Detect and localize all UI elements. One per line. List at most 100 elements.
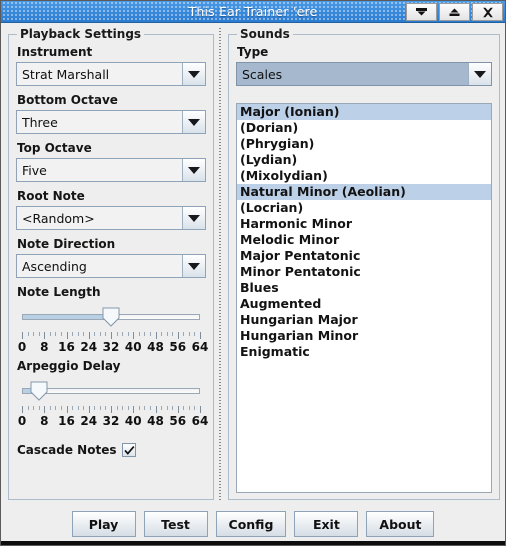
about-button[interactable]: About xyxy=(366,511,435,537)
arpeggio-delay-slider[interactable] xyxy=(22,379,200,405)
list-item[interactable]: (Lydian) xyxy=(237,152,491,168)
top-octave-value: Five xyxy=(17,159,182,181)
list-item[interactable]: (Dorian) xyxy=(237,120,491,136)
arpeggio-delay-track[interactable] xyxy=(22,388,200,394)
top-octave-dropdown-button[interactable] xyxy=(182,159,205,181)
slider-tick xyxy=(144,332,146,336)
arpeggio-delay-tick-labels: 0 8 16 24 32 40 48 56 64 xyxy=(18,414,209,431)
list-item[interactable]: (Phrygian) xyxy=(237,136,491,152)
list-item[interactable]: Harmonic Minor xyxy=(237,216,491,232)
slider-tick xyxy=(161,332,163,336)
exit-button[interactable]: Exit xyxy=(294,511,359,537)
cascade-notes-label: Cascade Notes xyxy=(17,443,117,457)
chevron-down-icon xyxy=(188,214,200,222)
sounds-pane: Sounds Type Scales Major (Ionian) (Dorian… xyxy=(224,26,502,502)
list-item[interactable]: Minor Pentatonic xyxy=(237,264,491,280)
slider-tick xyxy=(138,332,140,336)
bottom-octave-dropdown-button[interactable] xyxy=(182,111,205,133)
slider-tick xyxy=(77,332,79,336)
slider-tick-label: 64 xyxy=(191,414,209,428)
list-item[interactable]: Natural Minor (Aeolian) xyxy=(237,184,491,200)
root-note-dropdown-button[interactable] xyxy=(182,207,205,229)
note-direction-dropdown-button[interactable] xyxy=(182,255,205,277)
slider-tick xyxy=(111,332,112,339)
list-item[interactable]: Hungarian Major xyxy=(237,312,491,328)
slider-tick xyxy=(33,406,35,410)
instrument-dropdown-button[interactable] xyxy=(182,63,205,85)
bottom-octave-combo[interactable]: Three xyxy=(16,110,206,134)
slider-tick xyxy=(33,332,35,336)
type-label: Type xyxy=(237,45,269,59)
slider-tick xyxy=(72,406,74,410)
slider-tick xyxy=(111,406,112,413)
slider-tick-label: 64 xyxy=(191,340,209,354)
action-button-bar: Play Test Config Exit About xyxy=(1,507,505,541)
top-octave-combo[interactable]: Five xyxy=(16,158,206,182)
close-icon xyxy=(482,7,494,18)
note-length-slider[interactable] xyxy=(22,305,200,331)
slider-tick xyxy=(194,332,196,336)
instrument-combo[interactable]: Strat Marshall xyxy=(16,62,206,86)
playback-settings-body: Instrument Strat Marshall Bottom Octave … xyxy=(9,35,213,499)
note-direction-value: Ascending xyxy=(17,255,182,277)
window-titlebar[interactable]: This Ear Trainer 'ere xyxy=(1,1,505,23)
slider-tick xyxy=(166,406,168,410)
slider-tick xyxy=(155,332,157,339)
slider-tick xyxy=(49,406,51,410)
slider-tick xyxy=(105,332,107,336)
check-icon xyxy=(124,441,135,460)
sounds-list[interactable]: Major (Ionian) (Dorian) (Phrygian) (Lydian)… xyxy=(236,103,492,493)
slider-tick xyxy=(144,406,146,410)
slider-tick xyxy=(66,406,68,413)
maximize-button[interactable] xyxy=(439,3,470,21)
root-note-combo[interactable]: <Random> xyxy=(16,206,206,230)
test-button[interactable]: Test xyxy=(143,511,208,537)
slider-tick-label: 56 xyxy=(169,340,187,354)
list-item[interactable]: (Locrian) xyxy=(237,200,491,216)
note-length-ticks xyxy=(22,332,201,340)
chevron-down-icon xyxy=(188,118,200,126)
note-length-thumb[interactable] xyxy=(102,307,120,327)
slider-tick xyxy=(172,406,174,410)
status-bar xyxy=(1,541,505,545)
slider-tick-label: 0 xyxy=(17,340,27,354)
cascade-notes-row[interactable]: Cascade Notes xyxy=(17,443,206,457)
slider-tick xyxy=(155,406,157,413)
slider-tick-label: 16 xyxy=(58,414,75,428)
list-item[interactable]: (Mixolydian) xyxy=(237,168,491,184)
slider-tick xyxy=(194,406,196,410)
slider-tick xyxy=(149,332,151,336)
list-item[interactable]: Melodic Minor xyxy=(237,232,491,248)
type-dropdown-button[interactable] xyxy=(468,63,491,85)
list-item[interactable]: Augmented xyxy=(237,296,491,312)
split-divider[interactable] xyxy=(216,26,224,502)
minimize-button[interactable] xyxy=(406,3,437,21)
note-direction-combo[interactable]: Ascending xyxy=(16,254,206,278)
slider-tick xyxy=(149,406,151,410)
type-combo[interactable]: Scales xyxy=(236,62,492,86)
bottom-octave-value: Three xyxy=(17,111,182,133)
arpeggio-delay-thumb[interactable] xyxy=(30,381,48,401)
window-content: Playback Settings Instrument Strat Marsh… xyxy=(1,23,505,545)
slider-tick-label: 40 xyxy=(124,414,142,428)
config-button[interactable]: Config xyxy=(215,511,287,537)
slider-tick xyxy=(105,406,107,410)
list-item[interactable]: Hungarian Minor xyxy=(237,328,491,344)
root-note-value: <Random> xyxy=(17,207,182,229)
note-length-tick-labels: 0 8 16 24 32 40 48 56 64 xyxy=(18,340,209,357)
slider-tick-label: 8 xyxy=(40,414,49,428)
arpeggio-delay-ticks xyxy=(22,406,201,414)
play-button[interactable]: Play xyxy=(71,511,136,537)
playback-settings-pane: Playback Settings Instrument Strat Marsh… xyxy=(4,26,216,502)
close-button[interactable] xyxy=(472,3,503,21)
slider-tick xyxy=(122,406,124,410)
slider-tick-label: 24 xyxy=(80,340,98,354)
list-item[interactable]: Enigmatic xyxy=(237,344,491,360)
type-value: Scales xyxy=(237,63,468,85)
list-item[interactable]: Major Pentatonic xyxy=(237,248,491,264)
slider-tick-label: 32 xyxy=(102,414,120,428)
list-item[interactable]: Major (Ionian) xyxy=(237,104,491,120)
slider-tick-label: 32 xyxy=(102,340,120,354)
list-item[interactable]: Blues xyxy=(237,280,491,296)
cascade-notes-checkbox[interactable] xyxy=(122,441,137,460)
